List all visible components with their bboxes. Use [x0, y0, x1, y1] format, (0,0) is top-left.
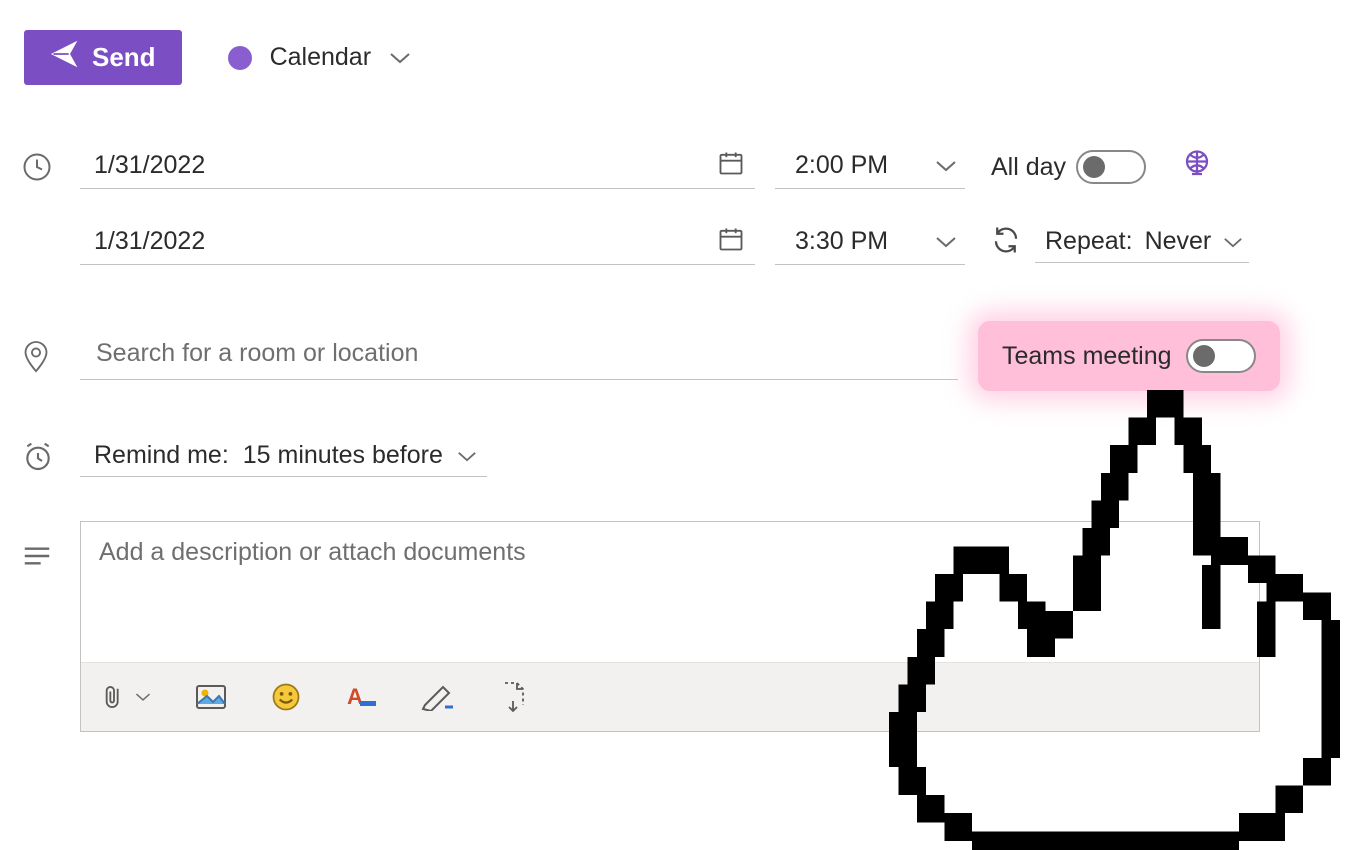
font-format-button[interactable]: A: [345, 682, 377, 712]
chevron-down-icon: [389, 51, 411, 65]
emoji-button[interactable]: [271, 682, 301, 712]
all-day-toggle[interactable]: [1076, 150, 1146, 184]
all-day-toggle-group: All day: [991, 150, 1146, 184]
insert-image-button[interactable]: [195, 684, 227, 710]
send-icon: [50, 40, 78, 75]
send-button[interactable]: Send: [24, 30, 182, 85]
calendar-color-dot: [228, 46, 252, 70]
location-icon: [22, 339, 80, 373]
repeat-dropdown[interactable]: Repeat: Never: [1035, 223, 1249, 263]
start-date-value: 1/31/2022: [94, 151, 205, 179]
header-bar: Send Calendar: [0, 0, 1359, 85]
chevron-down-icon: [935, 229, 957, 255]
teams-meeting-label: Teams meeting: [1002, 342, 1172, 371]
alarm-icon: [22, 441, 80, 473]
reminder-row: Remind me: 15 minutes before: [0, 437, 1359, 477]
end-datetime-row: 1/31/2022 3:30 PM Repeat:: [0, 221, 1359, 265]
calendar-label: Calendar: [270, 43, 371, 72]
location-row: Teams meeting: [0, 321, 1359, 391]
attach-button[interactable]: [103, 682, 151, 712]
description-box: Add a description or attach documents: [80, 521, 1260, 732]
timezone-icon[interactable]: [1182, 149, 1212, 185]
start-datetime-row: 1/31/2022 2:00 PM All day: [0, 145, 1359, 189]
end-date-input[interactable]: 1/31/2022: [80, 221, 755, 265]
all-day-label: All day: [991, 153, 1066, 182]
reminder-dropdown[interactable]: Remind me: 15 minutes before: [80, 437, 487, 477]
teams-meeting-toggle[interactable]: [1186, 339, 1256, 373]
recurrence-icon: [991, 225, 1021, 261]
start-time-value: 2:00 PM: [795, 151, 888, 180]
calendar-icon[interactable]: [717, 225, 745, 259]
repeat-group: Repeat: Never: [991, 223, 1249, 263]
insert-file-button[interactable]: [499, 681, 529, 713]
start-time-input[interactable]: 2:00 PM: [775, 145, 965, 189]
description-textarea[interactable]: Add a description or attach documents: [81, 522, 1259, 662]
repeat-value: Never: [1145, 227, 1212, 256]
repeat-label: Repeat:: [1045, 227, 1133, 256]
reminder-value: 15 minutes before: [243, 441, 443, 470]
send-label: Send: [92, 42, 156, 73]
clock-icon: [22, 152, 80, 182]
location-input-wrapper: [80, 332, 958, 380]
draw-button[interactable]: [421, 683, 455, 711]
event-form: 1/31/2022 2:00 PM All day: [0, 145, 1359, 732]
calendar-selector[interactable]: Calendar: [228, 43, 411, 72]
end-time-value: 3:30 PM: [795, 227, 888, 256]
end-time-input[interactable]: 3:30 PM: [775, 221, 965, 265]
location-input[interactable]: [94, 338, 950, 369]
calendar-icon[interactable]: [717, 149, 745, 183]
format-toolbar: A: [81, 662, 1259, 731]
start-date-input[interactable]: 1/31/2022: [80, 145, 755, 189]
reminder-label: Remind me:: [94, 441, 229, 470]
end-date-value: 1/31/2022: [94, 227, 205, 255]
chevron-down-icon: [935, 153, 957, 179]
chevron-down-icon: [457, 443, 477, 469]
chevron-down-icon: [1223, 229, 1243, 255]
description-icon: [22, 521, 80, 567]
description-row: Add a description or attach documents: [0, 521, 1359, 732]
teams-meeting-highlight: Teams meeting: [978, 321, 1280, 391]
